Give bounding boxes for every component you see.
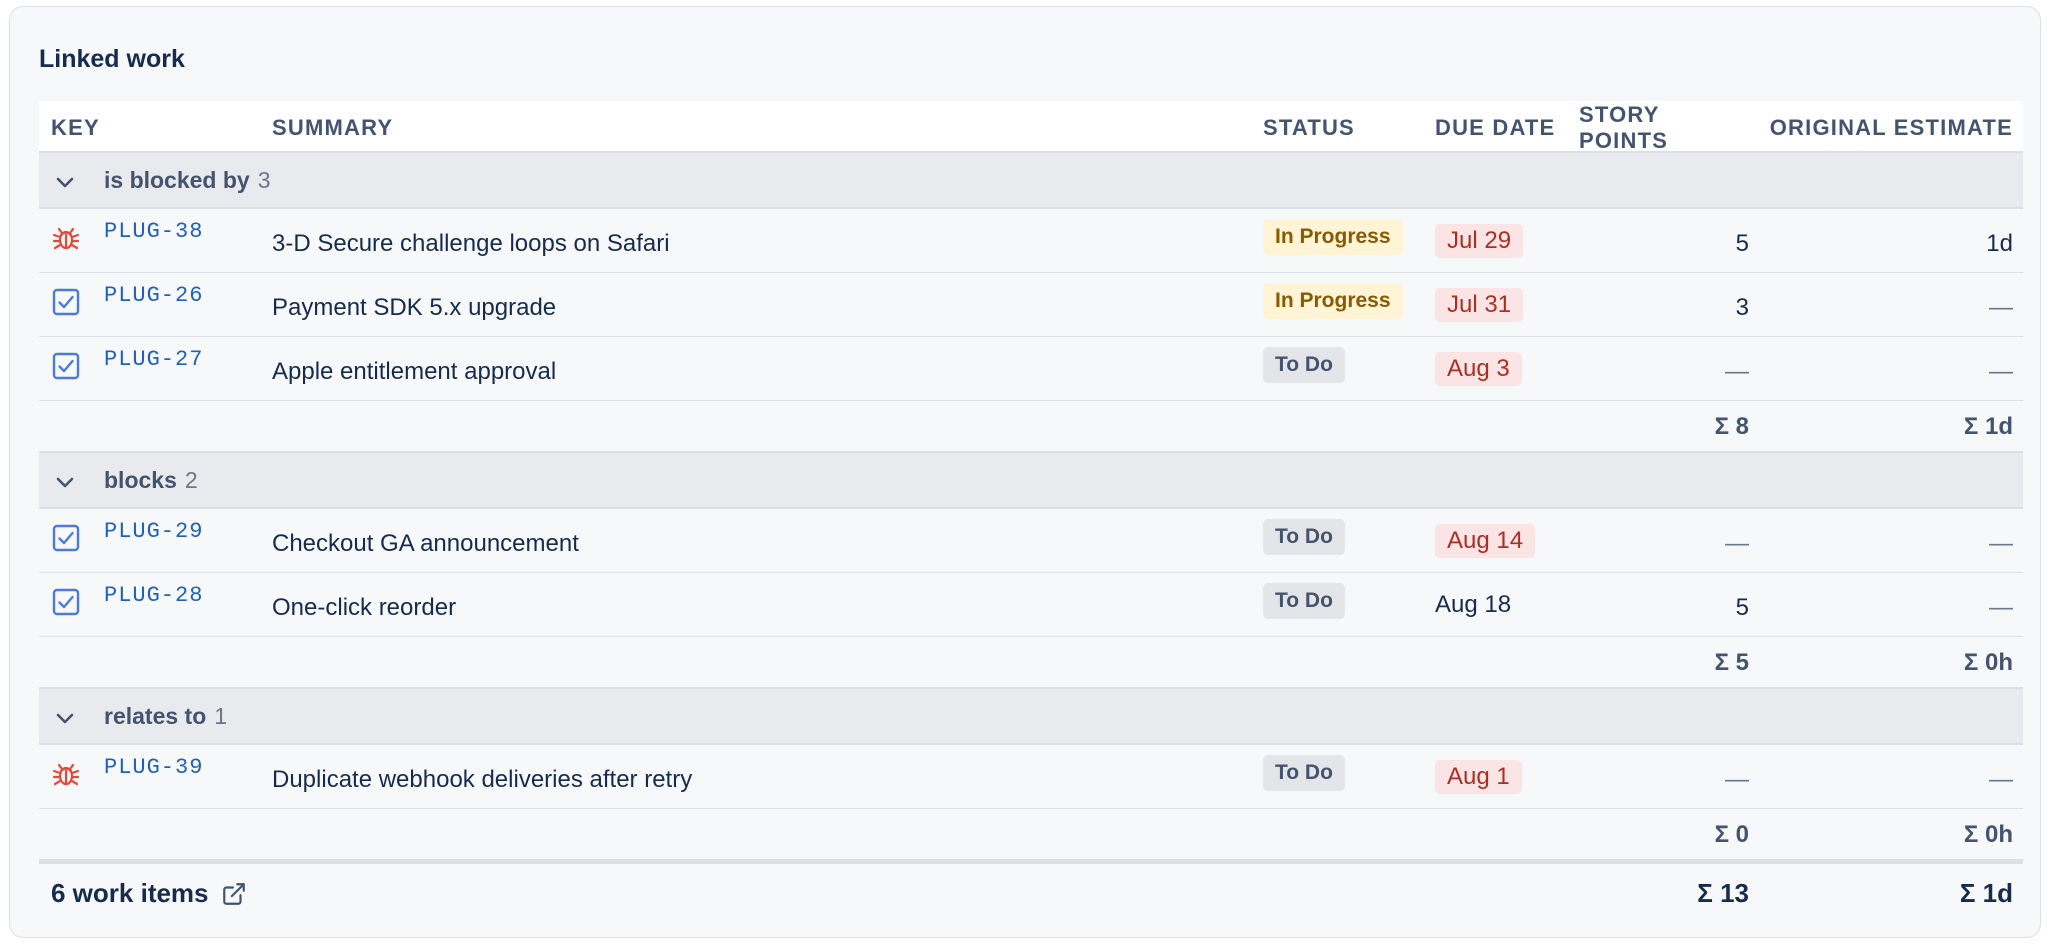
table-row[interactable]: PLUG-27 Apple entitlement approval To Do Au… bbox=[39, 337, 2023, 401]
column-header-story-points[interactable]: STORY POINTS bbox=[1579, 101, 1749, 153]
linked-work-table: KEY SUMMARY STATUS DUE DATE STORY POINTS… bbox=[39, 101, 2023, 923]
issue-key-link[interactable]: PLUG-39 bbox=[104, 755, 203, 780]
panel-title: Linked work bbox=[39, 45, 185, 73]
column-header-key[interactable]: KEY bbox=[51, 101, 251, 151]
issue-key-link[interactable]: PLUG-27 bbox=[104, 347, 203, 372]
column-header-status[interactable]: STATUS bbox=[1263, 101, 1423, 151]
task-checkbox-icon bbox=[52, 352, 80, 380]
issue-key-link[interactable]: PLUG-38 bbox=[104, 219, 203, 244]
original-estimate-value: 1d bbox=[1986, 229, 2013, 257]
issue-summary[interactable]: One-click reorder bbox=[272, 588, 456, 622]
table-header: KEY SUMMARY STATUS DUE DATE STORY POINTS… bbox=[39, 101, 2023, 153]
task-checkbox-icon bbox=[52, 524, 80, 552]
task-checkbox-icon bbox=[52, 288, 80, 316]
group-name: blocks bbox=[104, 466, 177, 493]
subtotal-story-points: Σ 5 bbox=[1714, 649, 1749, 676]
status-lozenge[interactable]: To Do bbox=[1263, 755, 1345, 791]
story-points-value: — bbox=[1725, 357, 1749, 385]
chevron-down-icon[interactable] bbox=[53, 470, 77, 494]
group-subtotal-row: Σ 8 Σ 1d bbox=[39, 401, 2023, 453]
issue-summary[interactable]: Duplicate webhook deliveries after retry bbox=[272, 760, 692, 794]
status-lozenge[interactable]: To Do bbox=[1263, 583, 1345, 619]
table-row[interactable]: PLUG-29 Checkout GA announcement To Do Aug … bbox=[39, 509, 2023, 573]
issue-key-link[interactable]: PLUG-29 bbox=[104, 519, 203, 544]
original-estimate-value: — bbox=[1989, 765, 2013, 793]
table-row[interactable]: PLUG-38 3-D Secure challenge loops on Saf… bbox=[39, 209, 2023, 273]
due-date: Aug 1 bbox=[1435, 760, 1522, 794]
table-row[interactable]: PLUG-28 One-click reorder To Do Aug 18 5 — bbox=[39, 573, 2023, 637]
due-date: Aug 14 bbox=[1435, 524, 1536, 558]
linked-work-panel: Linked work KEY SUMMARY STATUS DUE DATE … bbox=[9, 6, 2041, 938]
group-subtotal-row: Σ 5 Σ 0h bbox=[39, 637, 2023, 689]
original-estimate-value: — bbox=[1989, 529, 2013, 557]
groups-container: is blocked by 3 PLUG-38 3-D Secure challeng… bbox=[39, 153, 2023, 861]
issue-key-link[interactable]: PLUG-26 bbox=[104, 283, 203, 308]
subtotal-original-estimate: Σ 0h bbox=[1963, 821, 2013, 848]
story-points-value: — bbox=[1725, 765, 1749, 793]
issue-summary[interactable]: Apple entitlement approval bbox=[272, 352, 556, 386]
story-points-value: — bbox=[1725, 529, 1749, 557]
issue-key-link[interactable]: PLUG-28 bbox=[104, 583, 203, 608]
bug-icon bbox=[52, 763, 80, 786]
group-header[interactable]: relates to 1 bbox=[39, 689, 2023, 745]
group-name: is blocked by bbox=[104, 166, 250, 193]
total-original-estimate: Σ 1d bbox=[1959, 878, 2013, 908]
group-header[interactable]: is blocked by 3 bbox=[39, 153, 2023, 209]
table-row[interactable]: PLUG-26 Payment SDK 5.x upgrade In Progres… bbox=[39, 273, 2023, 337]
due-date: Aug 3 bbox=[1435, 352, 1522, 386]
column-header-due-date[interactable]: DUE DATE bbox=[1435, 101, 1565, 151]
group-label: is blocked by 3 bbox=[104, 153, 271, 207]
group-count: 1 bbox=[214, 702, 228, 729]
issue-summary[interactable]: Payment SDK 5.x upgrade bbox=[272, 288, 556, 322]
due-date: Aug 18 bbox=[1435, 591, 1512, 618]
external-link-icon[interactable] bbox=[221, 881, 247, 907]
group-label: relates to 1 bbox=[104, 689, 227, 743]
subtotal-original-estimate: Σ 0h bbox=[1963, 649, 2013, 676]
original-estimate-value: — bbox=[1989, 293, 2013, 321]
group-header[interactable]: blocks 2 bbox=[39, 453, 2023, 509]
group-count: 2 bbox=[184, 466, 198, 493]
story-points-value: 5 bbox=[1735, 229, 1749, 257]
subtotal-story-points: Σ 0 bbox=[1714, 821, 1749, 848]
group-label: blocks 2 bbox=[104, 453, 198, 507]
status-lozenge[interactable]: To Do bbox=[1263, 347, 1345, 383]
work-items-link[interactable]: 6 work items bbox=[51, 864, 247, 923]
work-items-count[interactable]: 6 work items bbox=[51, 878, 209, 909]
subtotal-story-points: Σ 8 bbox=[1714, 413, 1749, 440]
subtotal-original-estimate: Σ 1d bbox=[1963, 413, 2013, 440]
bug-icon bbox=[52, 227, 80, 250]
story-points-value: 5 bbox=[1735, 593, 1749, 621]
issue-summary[interactable]: 3-D Secure challenge loops on Safari bbox=[272, 224, 670, 258]
status-lozenge[interactable]: To Do bbox=[1263, 519, 1345, 555]
original-estimate-value: — bbox=[1989, 593, 2013, 621]
issue-summary[interactable]: Checkout GA announcement bbox=[272, 524, 579, 558]
chevron-down-icon[interactable] bbox=[53, 706, 77, 730]
chevron-down-icon[interactable] bbox=[53, 170, 77, 194]
original-estimate-value: — bbox=[1989, 357, 2013, 385]
group-name: relates to bbox=[104, 702, 207, 729]
group-count: 3 bbox=[257, 166, 271, 193]
column-header-original-estimate[interactable]: ORIGINAL ESTIMATE bbox=[1765, 101, 2013, 151]
due-date: Jul 29 bbox=[1435, 224, 1524, 258]
status-lozenge[interactable]: In Progress bbox=[1263, 219, 1403, 255]
status-lozenge[interactable]: In Progress bbox=[1263, 283, 1403, 319]
total-story-points: Σ 13 bbox=[1697, 878, 1749, 908]
task-checkbox-icon bbox=[52, 588, 80, 616]
due-date: Jul 31 bbox=[1435, 288, 1524, 322]
story-points-value: 3 bbox=[1735, 293, 1749, 321]
group-subtotal-row: Σ 0 Σ 0h bbox=[39, 809, 2023, 861]
column-header-summary[interactable]: SUMMARY bbox=[272, 101, 1012, 151]
table-row[interactable]: PLUG-39 Duplicate webhook deliveries afte… bbox=[39, 745, 2023, 809]
table-footer: 6 work items Σ 13 Σ 1d bbox=[39, 861, 2023, 923]
